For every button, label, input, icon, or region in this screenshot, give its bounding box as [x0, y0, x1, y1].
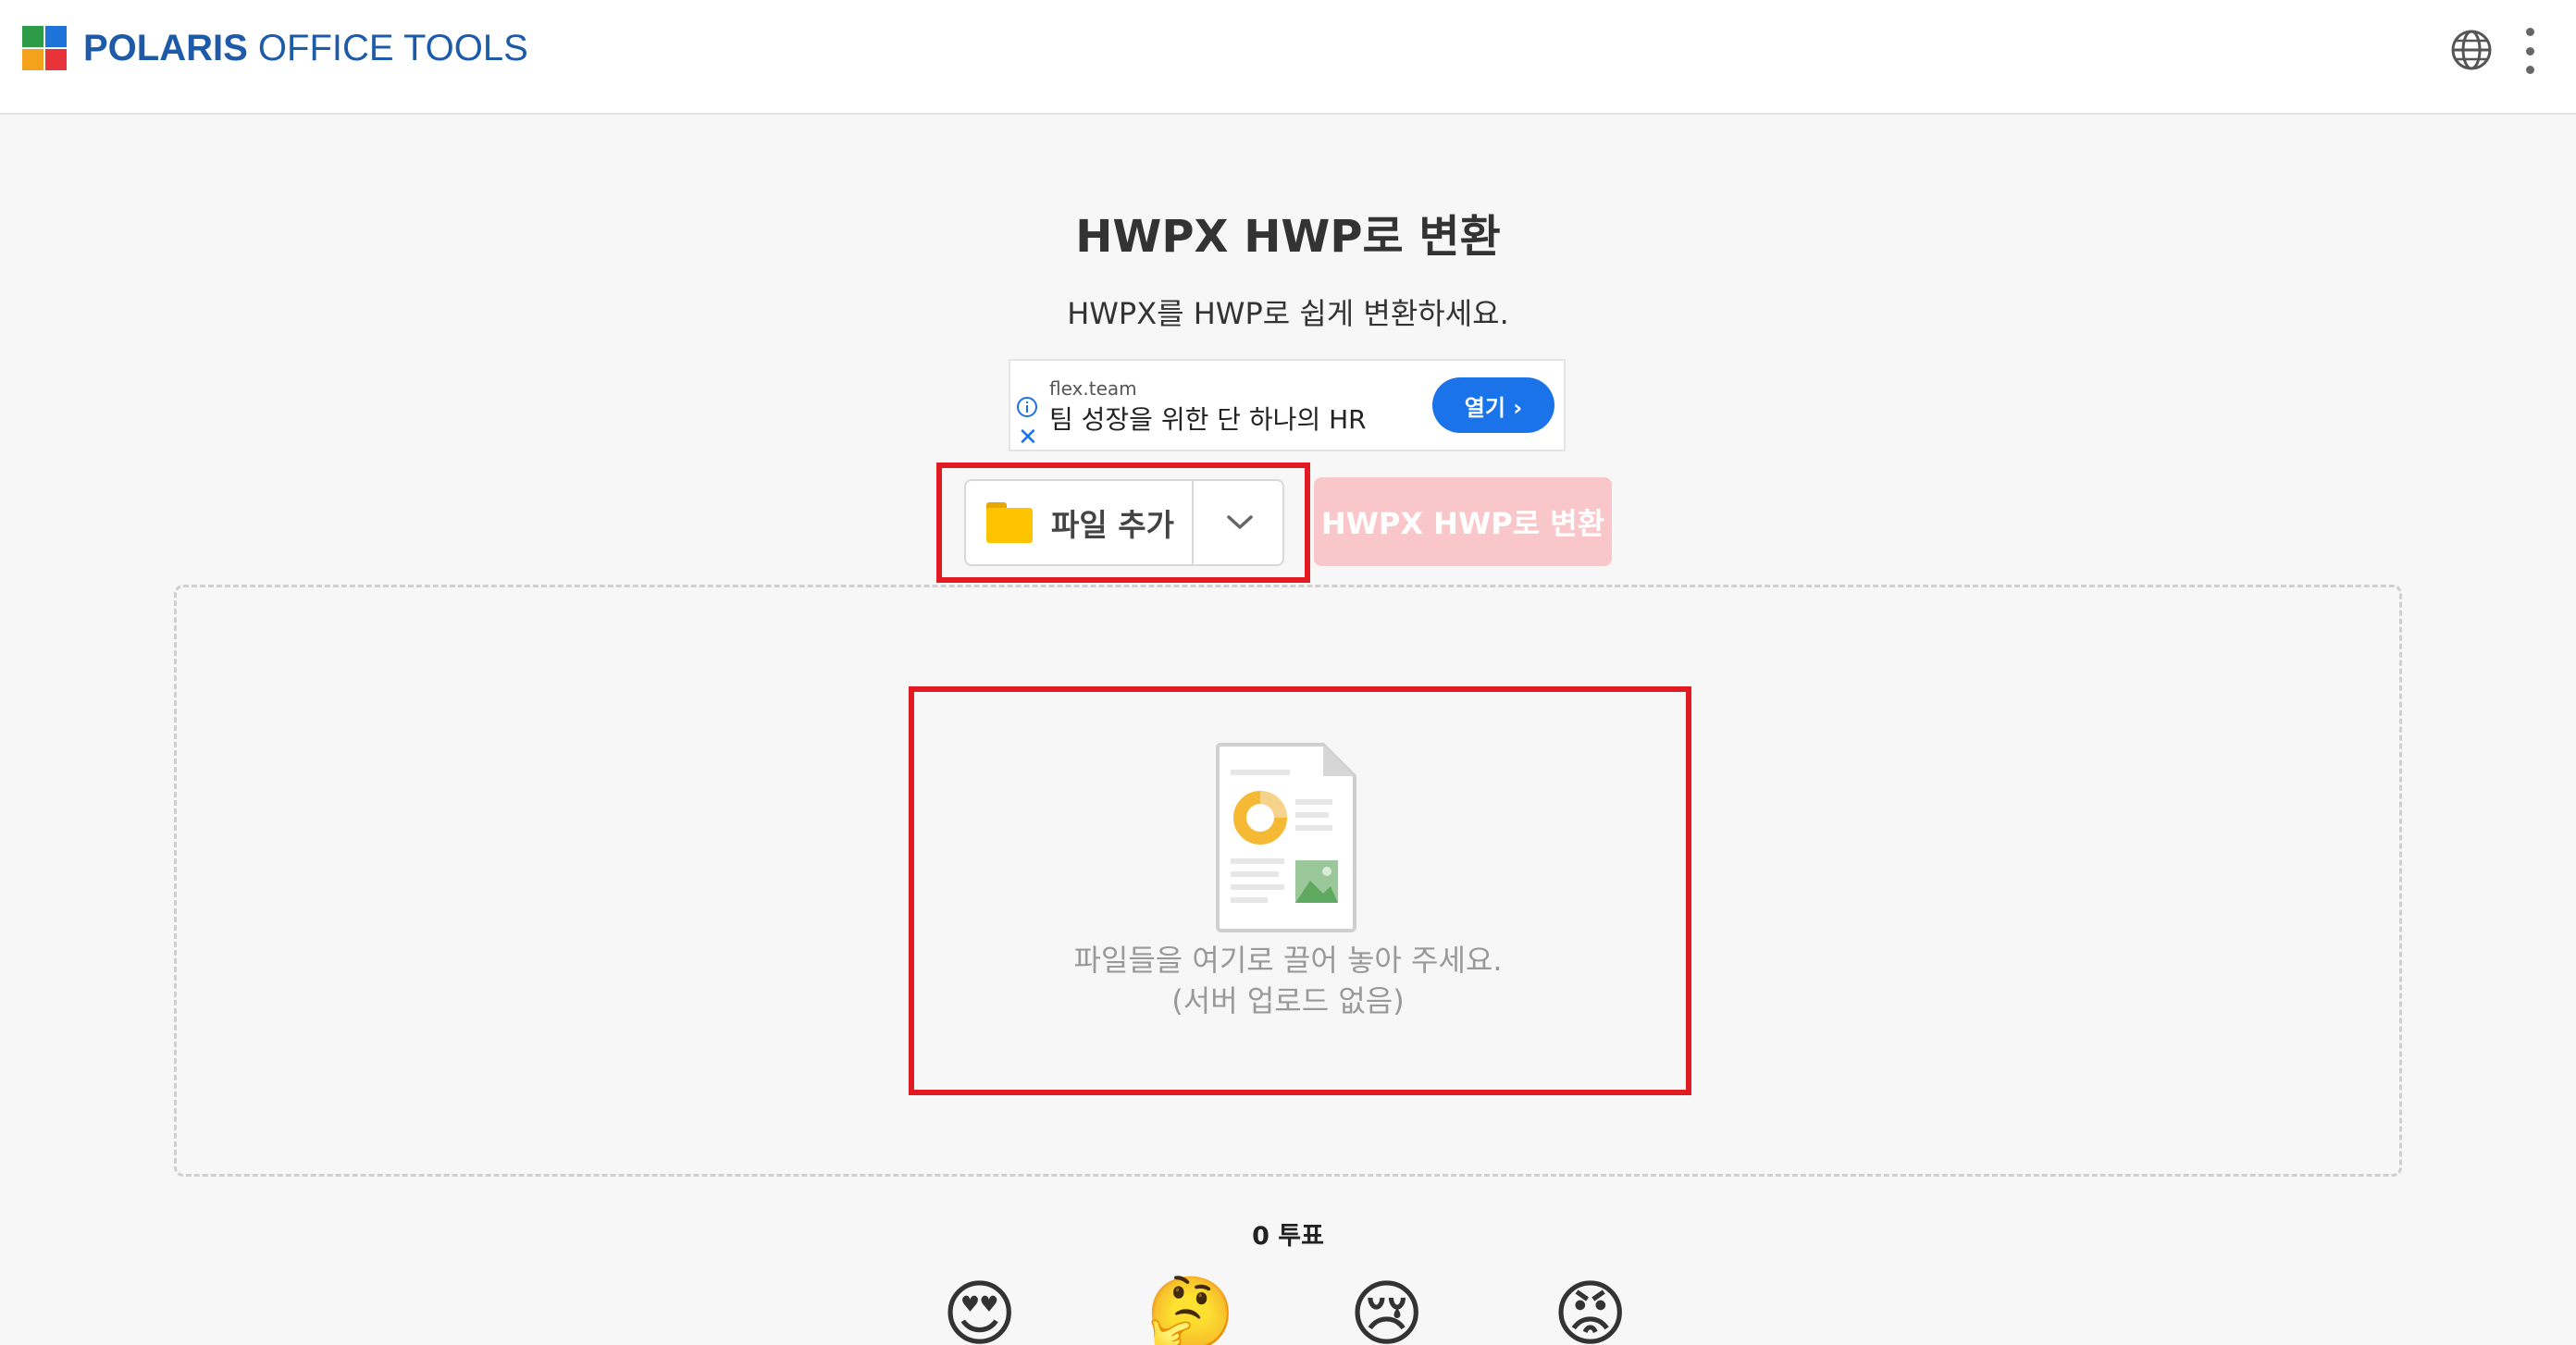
more-vertical-icon[interactable]: [2520, 28, 2539, 74]
convert-button[interactable]: HWPX HWP로 변환: [1314, 477, 1612, 566]
page-title: HWPX HWP로 변환: [1075, 211, 1501, 263]
ad-domain: flex.team: [1049, 377, 1137, 400]
chevron-down-icon: [1227, 515, 1253, 529]
add-file-button-group: 파일 추가: [964, 479, 1284, 566]
add-file-dropdown-button[interactable]: [1195, 481, 1284, 564]
page-subtitle: HWPX를 HWP로 쉽게 변환하세요.: [1067, 296, 1509, 331]
emoji-angry-button[interactable]: 😡: [1553, 1273, 1628, 1345]
ad-open-button[interactable]: 열기 ›: [1432, 377, 1554, 433]
polaris-logo[interactable]: POLARIS OFFICE TOOLS: [22, 26, 528, 70]
globe-icon[interactable]: [2450, 29, 2493, 71]
dropzone-line1: 파일들을 여기로 끌어 놓아 주세요.: [1073, 943, 1503, 978]
emoji-sad-button[interactable]: 😢: [1349, 1273, 1424, 1345]
logo-mark-icon: [22, 26, 67, 70]
emoji-thinking-button[interactable]: 🤔: [1146, 1273, 1235, 1345]
ad-text[interactable]: 팀 성장을 위한 단 하나의 HR: [1049, 400, 1367, 437]
add-file-label: 파일 추가: [1051, 507, 1174, 543]
info-icon[interactable]: [1016, 396, 1038, 418]
vote-count: 0 투표: [1252, 1222, 1324, 1251]
logo-text-bold: POLARIS: [83, 27, 248, 68]
dropzone-line2: (서버 업로드 없음): [1171, 983, 1405, 1018]
ad-banner[interactable]: ✕ flex.team 팀 성장을 위한 단 하나의 HR 열기 ›: [1009, 359, 1566, 451]
logo-text-light: OFFICE TOOLS: [257, 27, 528, 68]
top-header: POLARIS OFFICE TOOLS: [0, 0, 2576, 115]
dropzone-instructions: 파일들을 여기로 끌어 놓아 주세요. (서버 업로드 없음): [0, 940, 2576, 1021]
ad-close-icon[interactable]: ✕: [1018, 426, 1038, 450]
document-placeholder-icon: [1215, 743, 1356, 932]
add-file-button[interactable]: 파일 추가: [966, 481, 1194, 564]
emoji-love-button[interactable]: 😍: [942, 1273, 1017, 1345]
logo-text: POLARIS OFFICE TOOLS: [83, 28, 528, 69]
folder-icon: [986, 502, 1033, 543]
